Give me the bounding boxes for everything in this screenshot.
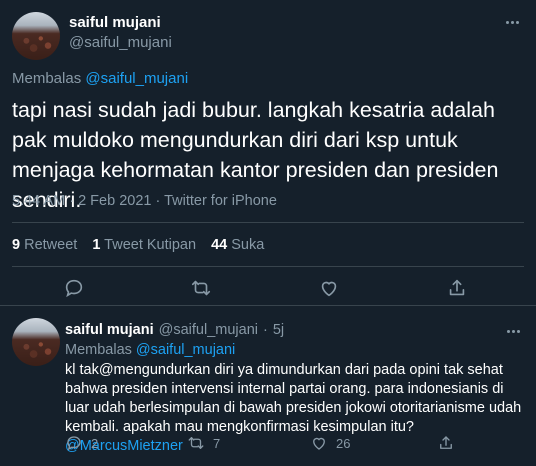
replying-to-label: Membalas [65, 342, 132, 358]
main-tweet: saiful mujani @saiful_mujani Membalas @s… [0, 0, 536, 306]
divider [12, 266, 524, 267]
share-icon [440, 436, 452, 449]
divider [12, 222, 524, 223]
reply-tweet[interactable]: saiful mujani @saiful_mujani · 5j Membal… [0, 306, 536, 466]
author-handle[interactable]: @saiful_mujani [69, 34, 172, 51]
replying-to-label: Membalas [12, 70, 82, 87]
share-button[interactable] [437, 434, 455, 452]
tweet-meta[interactable]: 5.44 AM · 2 Feb 2021 · Twitter for iPhon… [12, 193, 277, 209]
avatar[interactable] [12, 12, 60, 60]
reply-icon [67, 436, 81, 451]
separator: · [263, 322, 268, 338]
replying-to: Membalas @saiful_mujani [12, 70, 188, 87]
tweet-actions [0, 273, 536, 303]
like-stat[interactable]: 44 Suka [211, 237, 264, 253]
author-name[interactable]: saiful mujani [65, 322, 154, 338]
retweet-button[interactable]: 7 [187, 434, 220, 452]
replying-to-handle[interactable]: @saiful_mujani [136, 342, 235, 358]
reply-icon[interactable] [63, 277, 85, 299]
avatar[interactable] [12, 318, 60, 366]
author-handle[interactable]: @saiful_mujani [159, 322, 258, 338]
like-count: 26 [336, 435, 351, 451]
replying-to-handle[interactable]: @saiful_mujani [85, 70, 188, 87]
reply-body: kl tak@mengundurkan diri ya dimundurkan … [65, 362, 522, 435]
reply-button[interactable]: 2 [65, 434, 98, 452]
tweet-time[interactable]: 5j [273, 322, 284, 338]
like-button[interactable]: 26 [310, 434, 350, 452]
like-icon [313, 437, 325, 450]
replying-to: Membalas @saiful_mujani [65, 342, 235, 358]
more-icon[interactable] [502, 12, 522, 32]
share-icon[interactable] [446, 277, 468, 299]
retweet-stat[interactable]: 9 Retweet [12, 237, 77, 253]
reply-header: saiful mujani @saiful_mujani · 5j [65, 322, 284, 338]
author-name[interactable]: saiful mujani [69, 14, 161, 31]
retweet-icon[interactable] [190, 277, 212, 299]
retweet-icon [188, 437, 204, 449]
reply-actions: 2 7 26 [65, 434, 525, 454]
retweet-count: 7 [213, 435, 221, 451]
tweet-stats: 9 Retweet 1 Tweet Kutipan 44 Suka [12, 237, 264, 253]
more-icon[interactable] [504, 322, 522, 340]
like-icon[interactable] [318, 277, 340, 299]
reply-count: 2 [91, 435, 99, 451]
quote-stat[interactable]: 1 Tweet Kutipan [92, 237, 196, 253]
